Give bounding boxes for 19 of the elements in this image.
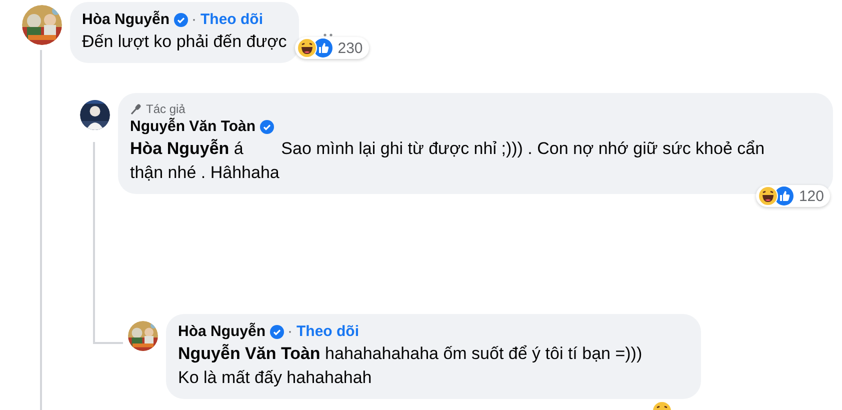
comment-text: Đến lượt ko phải đến được bbox=[82, 31, 287, 53]
separator-dot: · bbox=[192, 10, 197, 30]
author-name[interactable]: Nguyễn Văn Toàn bbox=[130, 117, 256, 137]
author-label: Tác giả bbox=[146, 101, 186, 117]
more-icon[interactable] bbox=[322, 33, 333, 37]
comment-text: Hòa Nguyễn á Sao mình lại ghi từ được nhỉ ;))) . Con nợ nhớ giữ sức khoẻ cẩn thận nhé . Hâhhaha bbox=[130, 138, 766, 184]
follow-link[interactable]: Theo dõi bbox=[200, 10, 264, 30]
haha-icon bbox=[758, 186, 778, 206]
like-icon bbox=[312, 38, 333, 58]
reaction-pill[interactable]: 230 bbox=[294, 37, 369, 59]
comment-text: Nguyễn Văn Toàn hahahahahaha ốm suốt để ý tôi tí bạn =))) Ko là mất đấy hahahahah bbox=[178, 343, 644, 389]
separator-dot: · bbox=[288, 322, 293, 342]
microphone-icon bbox=[130, 103, 142, 115]
author-name[interactable]: Hòa Nguyễn bbox=[82, 10, 170, 30]
like-icon bbox=[774, 186, 794, 206]
follow-link[interactable]: Theo dõi bbox=[296, 322, 360, 342]
reaction-pill[interactable]: 120 bbox=[756, 185, 830, 207]
author-name[interactable]: Hòa Nguyễn bbox=[178, 322, 266, 342]
haha-icon bbox=[296, 38, 317, 58]
